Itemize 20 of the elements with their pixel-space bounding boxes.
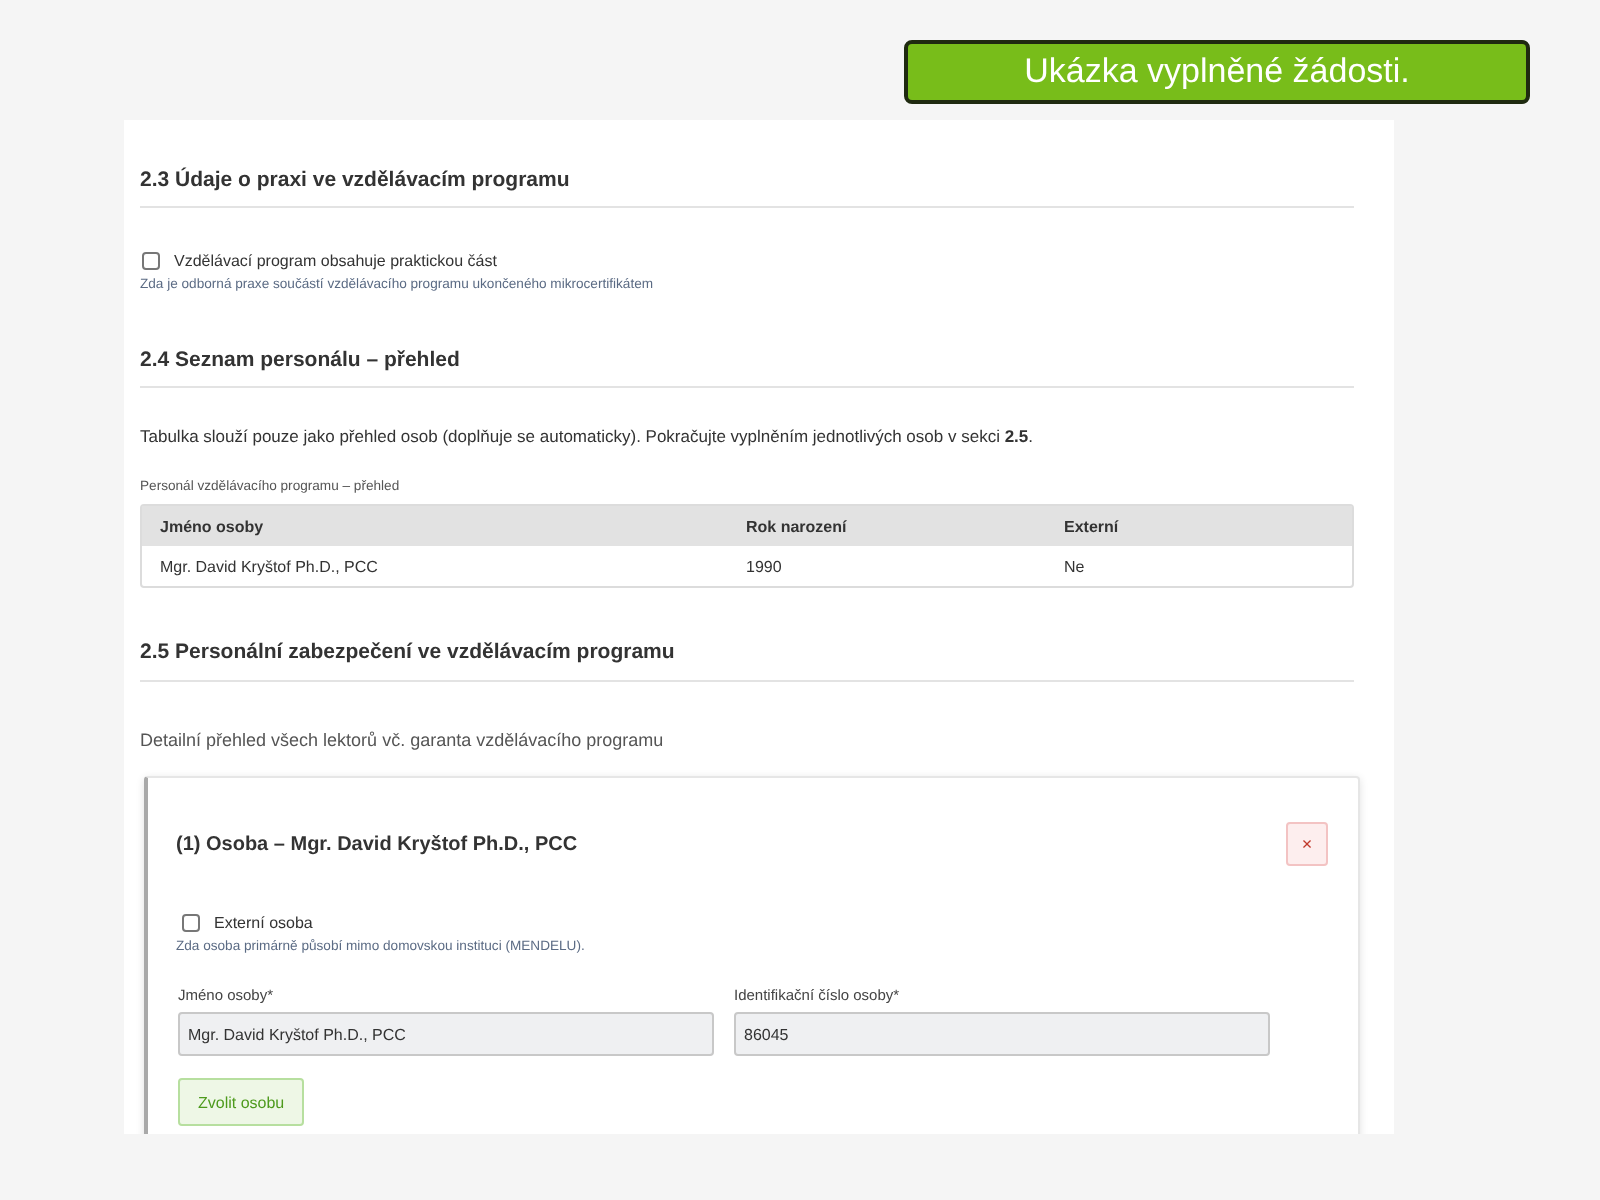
- person-title: (1) Osoba – Mgr. David Kryštof Ph.D., PCC: [176, 833, 578, 855]
- section-heading: 2.3 Údaje o praxi ve vzdělávacím programu: [140, 165, 570, 196]
- column-header: Externí: [1062, 517, 1119, 535]
- input-field[interactable]: 86045: [734, 1012, 1270, 1056]
- checkbox[interactable]: [182, 913, 200, 931]
- sample-banner: Ukázka vyplněné žádosti.: [904, 40, 1530, 104]
- checkbox-label[interactable]: Vzdělávací program obsahuje praktickou část: [174, 251, 497, 269]
- checkbox[interactable]: [142, 251, 160, 269]
- table-cell-text: Ne: [1062, 557, 1085, 575]
- remove-button[interactable]: ×: [1286, 822, 1328, 866]
- section-heading: 2.4 Seznam personálu – přehled: [140, 346, 460, 376]
- intro-text: Tabulka slouží pouze jako přehled osob (doplňuje se automaticky). Pokračujte vyplněním jednotlivých osob v sekci 2.5.: [140, 424, 1034, 448]
- input-field[interactable]: Mgr. David Kryštof Ph.D., PCC: [178, 1012, 714, 1056]
- section-heading: 2.5 Personální zabezpečení ve vzdělávacím programu: [140, 638, 675, 668]
- column-header: Jméno osoby: [158, 517, 264, 535]
- table-cell-text: Mgr. David Kryštof Ph.D., PCC: [158, 557, 378, 575]
- checkbox-label[interactable]: Externí osoba: [214, 913, 313, 931]
- column-header: Rok narození: [744, 517, 847, 535]
- section-description: Detailní přehled všech lektorů vč. garanta vzdělávacího programu: [140, 728, 664, 754]
- table-cell-text: 1990: [744, 557, 782, 575]
